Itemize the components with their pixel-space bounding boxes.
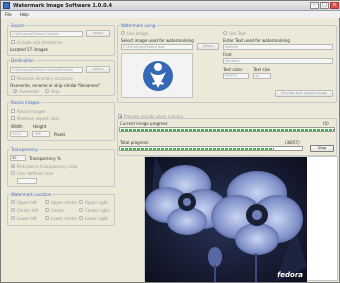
user-color-input[interactable]	[17, 178, 37, 184]
location-upper-right-label: Upper right	[85, 200, 108, 205]
image-preview-panel: fedora	[144, 156, 338, 282]
minimize-button[interactable]: –	[310, 2, 319, 9]
location-center-label: Center	[51, 208, 65, 213]
preview-photo: fedora	[145, 157, 307, 282]
maximize-button[interactable]: □	[320, 2, 329, 9]
menu-file[interactable]: File	[5, 12, 12, 17]
stop-button[interactable]: Stop	[310, 145, 334, 152]
text-color-label: Text color	[223, 67, 243, 72]
resize-label: Resize images	[17, 109, 46, 114]
location-lower-center-radio[interactable]	[45, 216, 49, 220]
location-upper-left-label: Upper left	[17, 200, 37, 205]
use-image-label: Use Image	[127, 31, 149, 36]
location-center-right-radio[interactable]	[79, 208, 83, 212]
resize-checkbox[interactable]	[11, 109, 15, 113]
location-lower-left-radio[interactable]	[11, 216, 15, 220]
source-select-button[interactable]: Select	[86, 30, 110, 37]
height-label: Height	[33, 124, 47, 129]
preview-brand-text: fedora	[277, 271, 303, 279]
located-images-text: Located 57 images	[10, 47, 48, 52]
close-button[interactable]: ×	[330, 2, 339, 9]
window-title: Watermark Image Software 1.0.0.4	[13, 2, 113, 9]
source-legend: Source	[11, 23, 25, 28]
location-lower-center-label: Lower center	[51, 216, 78, 221]
pixels-unit: Pixels	[54, 132, 66, 137]
overwrite-question: Overwrite, rename or skip similar filena…	[10, 83, 100, 88]
use-text-radio[interactable]	[223, 31, 227, 35]
text-watermark-label: Enter Text used for watermarking	[223, 38, 290, 43]
watermark-legend: Watermark using	[121, 23, 156, 28]
include-subdirs-label: Include sub directories	[17, 40, 63, 45]
total-progress-count: (38/57)	[285, 140, 300, 145]
use-image-radio[interactable]	[121, 31, 125, 35]
location-upper-center-label: Upper center	[51, 200, 78, 205]
resize-legend: Resize images	[11, 100, 40, 105]
use-text-label: Use Text	[229, 31, 246, 36]
app-icon	[3, 2, 10, 9]
source-path-input[interactable]: C:\Entrange\Fedora Softwa	[10, 31, 83, 37]
maintain-structure-label: Maintain directory structure	[17, 76, 73, 81]
total-progress-fill	[120, 147, 275, 150]
maintain-ratio-checkbox[interactable]	[11, 116, 15, 120]
overwrite-radio[interactable]	[13, 89, 17, 93]
text-size-input[interactable]: 42	[253, 73, 271, 79]
location-center-radio[interactable]	[45, 208, 49, 212]
title-bar: Watermark Image Software 1.0.0.4 – □ ×	[1, 1, 340, 11]
location-lower-left-label: Lower left	[17, 216, 37, 221]
destination-select-button[interactable]: Select	[86, 66, 110, 73]
location-lower-right-label: Lower right	[85, 216, 108, 221]
current-progress-count: (0)	[323, 121, 329, 126]
total-progress-bar	[119, 146, 303, 151]
font-label: Font	[223, 52, 232, 57]
watermark-image-select-button[interactable]: Select	[197, 43, 219, 50]
location-upper-left-radio[interactable]	[11, 200, 15, 204]
watermark-image-preview	[121, 53, 193, 98]
watermark-image-input[interactable]: C:\Entrange\Fedora wat	[121, 44, 193, 50]
pixel-color-label: Pick pixel's transparency color	[17, 164, 78, 169]
destination-path-input[interactable]: C:\Entrange\Fedora Softwa\Previou	[10, 67, 83, 73]
app-window: Watermark Image Software 1.0.0.4 – □ × F…	[0, 0, 340, 283]
current-progress-label: Current image progress:	[120, 121, 169, 126]
location-upper-right-radio[interactable]	[79, 200, 83, 204]
user-color-label: User defined color	[17, 171, 54, 176]
transparency-input[interactable]: 50	[10, 155, 26, 161]
location-center-right-label: Center right	[85, 208, 110, 213]
current-progress-fill	[120, 128, 334, 131]
skip-radio[interactable]	[45, 89, 49, 93]
location-lower-right-radio[interactable]	[79, 216, 83, 220]
fedora-logo-icon	[143, 61, 173, 91]
text-size-label: Text size	[253, 67, 271, 72]
width-input[interactable]: 1024	[10, 131, 28, 137]
transparency-legend: Transparency	[11, 147, 38, 152]
font-select[interactable]: Verdana	[223, 58, 333, 64]
location-center-left-radio[interactable]	[11, 208, 15, 212]
preview-text-button[interactable]: Preview text layout image	[275, 90, 333, 97]
poppy-flowers-image	[145, 157, 307, 282]
width-label: Width	[11, 124, 23, 129]
maintain-ratio-label: Maintain aspect ratio	[17, 116, 60, 121]
menu-bar: File Help	[1, 11, 340, 18]
transparency-label: Transparency %	[29, 156, 61, 161]
overwrite-label: Overwrite	[19, 89, 39, 94]
menu-help[interactable]: Help	[20, 12, 29, 17]
location-center-left-label: Center left	[17, 208, 39, 213]
image-select-label: Select image used for watermarking	[121, 38, 194, 43]
include-subdirs-checkbox[interactable]	[11, 40, 15, 44]
user-color-radio[interactable]	[11, 171, 15, 175]
current-progress-bar	[119, 127, 335, 132]
maintain-structure-checkbox[interactable]	[11, 76, 15, 80]
watermark-text-input[interactable]: Softcity	[223, 44, 333, 50]
height-input[interactable]: 768	[32, 131, 50, 137]
text-color-input[interactable]: FFFFFF	[223, 73, 249, 79]
pixel-color-radio[interactable]	[11, 164, 15, 168]
skip-label: Skip	[51, 89, 60, 94]
total-progress-label: Total progress:	[120, 140, 150, 145]
location-upper-center-radio[interactable]	[45, 200, 49, 204]
location-legend: Watermark Location	[11, 192, 52, 197]
destination-legend: Destination	[11, 58, 34, 63]
